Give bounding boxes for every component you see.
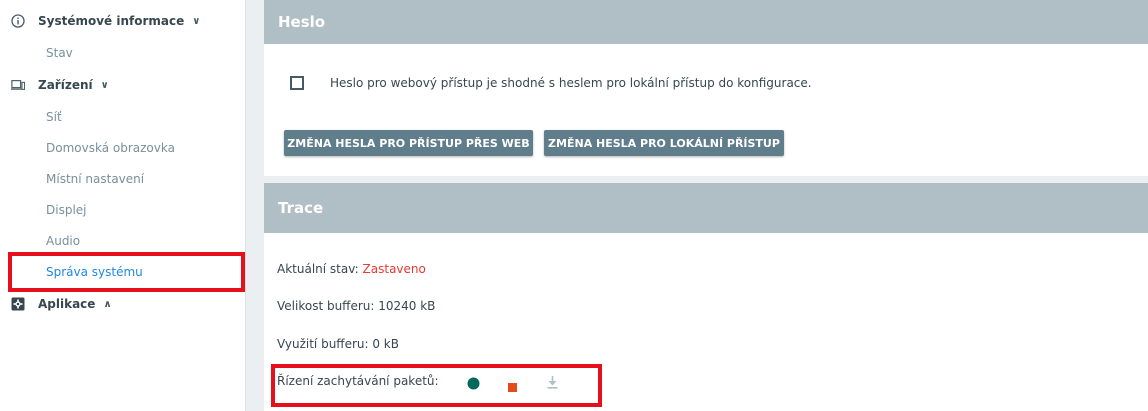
password-panel: Heslo Heslo pro webový přístup je shodné…: [264, 0, 1148, 176]
info-icon: [11, 14, 25, 28]
sidebar-item-local-settings[interactable]: Místní nastavení: [46, 168, 144, 190]
change-web-password-button[interactable]: ZMĚNA HESLA PRO PŘÍSTUP PŘES WEB: [284, 130, 533, 156]
chevron-down-icon: ∨: [100, 79, 109, 91]
chevron-up-icon: ∧: [103, 298, 112, 310]
sidebar-group-device[interactable]: Zařízení ∨: [0, 72, 246, 98]
same-password-checkbox[interactable]: [290, 76, 304, 90]
sidebar-group-label: Aplikace: [38, 297, 96, 311]
sidebar-group-label: Systémové informace: [38, 14, 185, 28]
apps-icon: [11, 297, 25, 311]
buffer-usage: Využití bufferu: 0 kB: [277, 337, 399, 351]
sidebar-group-apps[interactable]: Aplikace ∧: [0, 291, 246, 317]
device-icon: [11, 78, 25, 92]
buffer-size: Velikost bufferu: 10240 kB: [277, 299, 436, 313]
status-value: Zastaveno: [362, 262, 426, 276]
sidebar-item-display[interactable]: Displej: [46, 199, 87, 221]
same-password-label: Heslo pro webový přístup je shodné s hes…: [330, 76, 812, 90]
status-line: Aktuální stav: Zastaveno: [277, 262, 426, 276]
status-label: Aktuální stav:: [277, 262, 359, 276]
sidebar-item-home-screen[interactable]: Domovská obrazovka: [46, 137, 175, 159]
sidebar: Systémové informace ∨ Stav Zařízení ∨ Síť …: [0, 0, 246, 411]
sidebar-group-label: Zařízení: [38, 78, 93, 92]
sidebar-item-sit[interactable]: Síť: [46, 106, 62, 128]
highlight-box-capture: [271, 364, 602, 407]
sidebar-item-audio[interactable]: Audio: [46, 230, 80, 252]
panel-header: Trace: [264, 183, 1148, 233]
panel-header: Heslo: [264, 0, 1148, 44]
sidebar-group-system-info[interactable]: Systémové informace ∨: [0, 8, 246, 34]
highlight-box-sidebar: [8, 252, 245, 292]
change-local-password-button[interactable]: ZMĚNA HESLA PRO LOKÁLNÍ PŘÍSTUP: [544, 130, 784, 156]
sidebar-item-stav[interactable]: Stav: [46, 42, 73, 64]
chevron-down-icon: ∨: [192, 15, 201, 27]
